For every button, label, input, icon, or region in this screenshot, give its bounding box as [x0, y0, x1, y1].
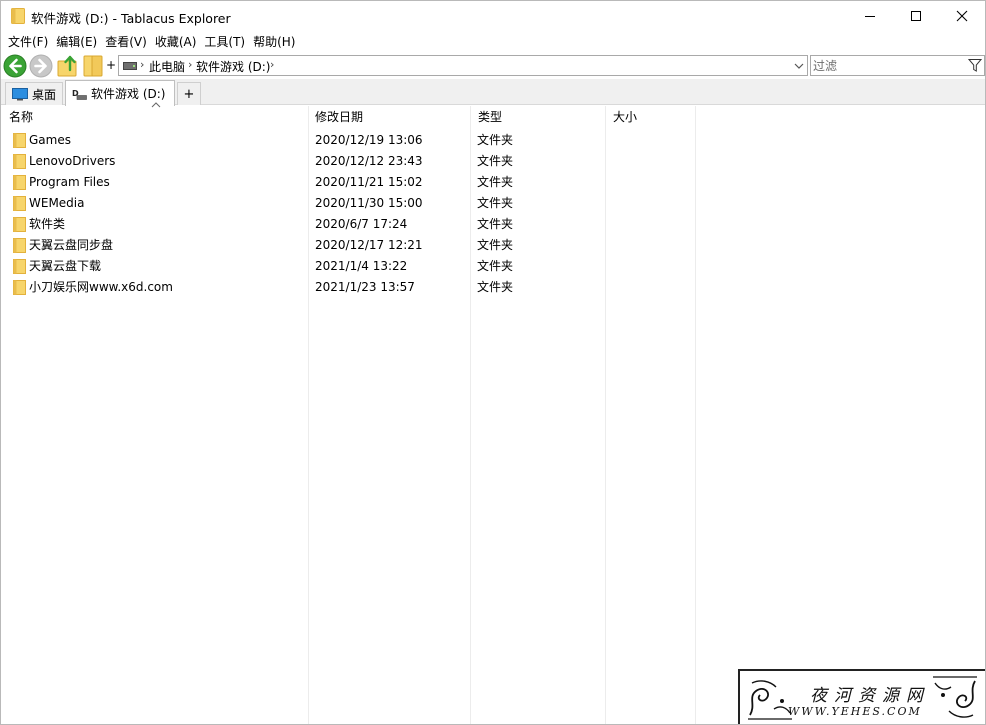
desktop-icon [12, 87, 28, 100]
tab-strip: 桌面 D 软件游戏 (D:) + [1, 79, 985, 106]
minimize-button[interactable] [847, 1, 893, 31]
table-row[interactable]: Program Files 2020/11/21 15:02 文件夹 [1, 172, 985, 193]
file-type: 文件夹 [477, 217, 514, 231]
back-button[interactable] [3, 54, 27, 78]
file-name: WEMedia [29, 196, 85, 210]
file-rows: Games 2020/12/19 13:06 文件夹 LenovoDrivers… [1, 130, 985, 298]
folder-icon [13, 238, 26, 253]
folder-icon [13, 280, 26, 295]
file-type: 文件夹 [477, 196, 514, 210]
breadcrumb-this-pc[interactable]: 此电脑 [149, 58, 185, 75]
maximize-icon [911, 11, 921, 21]
file-type: 文件夹 [477, 133, 514, 147]
breadcrumb-separator: › [270, 58, 275, 71]
table-row[interactable]: LenovoDrivers 2020/12/12 23:43 文件夹 [1, 151, 985, 172]
file-date: 2020/12/17 12:21 [315, 238, 423, 252]
file-list: 名称 修改日期 类型 大小 Games 2020/12/19 13:06 文件夹… [1, 102, 985, 724]
close-button[interactable] [939, 1, 985, 31]
toolbar: + › 此电脑 › 软件游戏 (D:) › [1, 53, 985, 79]
watermark-badge: 夜河资源网 WWW.YEHES.COM [738, 669, 985, 724]
ornament-icon [933, 676, 977, 718]
folder-up-icon [57, 55, 77, 77]
filter-input[interactable] [813, 57, 963, 74]
watermark-url: WWW.YEHES.COM [788, 705, 922, 718]
file-type: 文件夹 [477, 259, 514, 273]
file-name: 天翼云盘同步盘 [29, 238, 114, 252]
minimize-icon [865, 16, 875, 17]
table-row[interactable]: Games 2020/12/19 13:06 文件夹 [1, 130, 985, 151]
file-type: 文件夹 [477, 175, 514, 189]
watermark-title: 夜河资源网 [810, 686, 930, 706]
forward-button[interactable] [29, 54, 53, 78]
folder-icon [13, 217, 26, 232]
folders-button[interactable] [81, 54, 105, 78]
file-date: 2020/12/19 13:06 [315, 133, 423, 147]
file-date: 2020/12/12 23:43 [315, 154, 423, 168]
address-bar[interactable]: › 此电脑 › 软件游戏 (D:) › [118, 55, 808, 76]
breadcrumb-separator: › [188, 58, 193, 71]
table-row[interactable]: 小刀娱乐网www.x6d.com 2021/1/23 13:57 文件夹 [1, 277, 985, 298]
filter-icon[interactable] [968, 58, 982, 73]
column-header-date[interactable]: 修改日期 [307, 106, 470, 129]
file-date: 2020/11/21 15:02 [315, 175, 423, 189]
new-tab-button[interactable]: + [177, 82, 201, 105]
file-name: Program Files [29, 175, 110, 189]
drive-icon: D [72, 89, 87, 100]
file-date: 2020/6/7 17:24 [315, 217, 408, 231]
close-icon [956, 10, 968, 22]
file-date: 2021/1/4 13:22 [315, 259, 408, 273]
forward-arrow-icon [29, 54, 53, 78]
file-date: 2020/11/30 15:00 [315, 196, 423, 210]
column-header-size[interactable]: 大小 [605, 106, 695, 129]
tab-desktop[interactable]: 桌面 [5, 82, 63, 105]
table-row[interactable]: 软件类 2020/6/7 17:24 文件夹 [1, 214, 985, 235]
folder-icon [13, 175, 26, 190]
tab-label: 桌面 [31, 87, 56, 102]
column-header-name[interactable]: 名称 [1, 106, 307, 129]
menu-favorites[interactable]: 收藏(A) [152, 32, 200, 52]
folder-icon [13, 154, 26, 169]
file-name: 软件类 [29, 217, 66, 231]
filter-box [810, 55, 985, 76]
table-row[interactable]: 天翼云盘下载 2021/1/4 13:22 文件夹 [1, 256, 985, 277]
file-name: 天翼云盘下载 [29, 259, 102, 273]
folders-icon [83, 55, 103, 77]
menu-view[interactable]: 查看(V) [102, 32, 150, 52]
file-type: 文件夹 [477, 238, 514, 252]
file-type: 文件夹 [477, 280, 514, 294]
column-header: 名称 修改日期 类型 大小 [1, 102, 985, 129]
folder-icon [11, 8, 25, 24]
breadcrumb-separator: › [140, 58, 145, 71]
add-toolbar-button[interactable]: + [106, 58, 116, 72]
drive-icon [123, 62, 137, 70]
up-folder-button[interactable] [56, 54, 80, 78]
back-arrow-icon [3, 54, 27, 78]
menu-help[interactable]: 帮助(H) [250, 32, 298, 52]
breadcrumb-drive-d[interactable]: 软件游戏 (D:) [196, 58, 270, 75]
menu-edit[interactable]: 编辑(E) [53, 32, 100, 52]
window-title: 软件游戏 (D:) - Tablacus Explorer [31, 11, 231, 26]
maximize-button[interactable] [893, 1, 939, 31]
file-name: LenovoDrivers [29, 154, 116, 168]
folder-icon [13, 259, 26, 274]
explorer-window: 软件游戏 (D:) - Tablacus Explorer 文件(F) 编辑(E… [0, 0, 986, 725]
file-name: Games [29, 133, 71, 147]
folder-icon [13, 133, 26, 148]
menu-tools[interactable]: 工具(T) [201, 32, 248, 52]
menu-file[interactable]: 文件(F) [5, 32, 51, 52]
folder-icon [13, 196, 26, 211]
table-row[interactable]: WEMedia 2020/11/30 15:00 文件夹 [1, 193, 985, 214]
column-header-type[interactable]: 类型 [470, 106, 605, 129]
file-name: 小刀娱乐网www.x6d.com [29, 280, 173, 294]
file-type: 文件夹 [477, 154, 514, 168]
table-row[interactable]: 天翼云盘同步盘 2020/12/17 12:21 文件夹 [1, 235, 985, 256]
tab-label: 软件游戏 (D:) [91, 87, 166, 101]
title-bar: 软件游戏 (D:) - Tablacus Explorer [1, 1, 985, 31]
file-date: 2021/1/23 13:57 [315, 280, 415, 294]
menu-bar: 文件(F) 编辑(E) 查看(V) 收藏(A) 工具(T) 帮助(H) [1, 31, 985, 53]
chevron-down-icon[interactable] [793, 59, 805, 73]
